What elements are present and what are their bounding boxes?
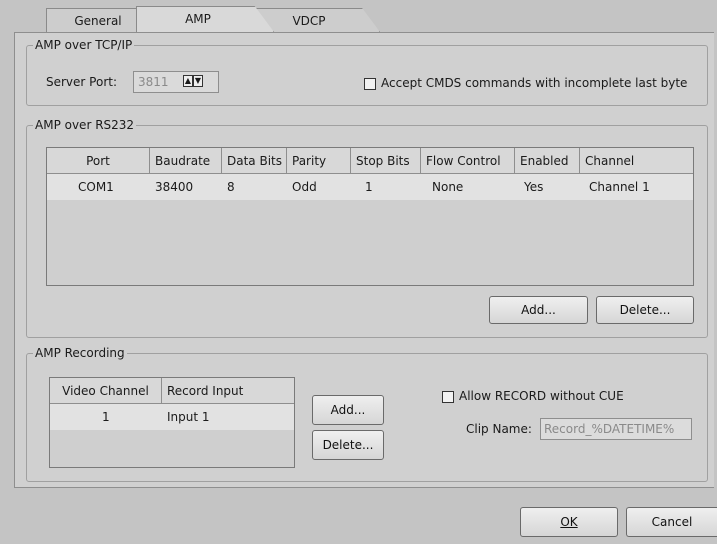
column-header[interactable]: Enabled [515, 148, 580, 174]
column-header[interactable]: Port [47, 148, 150, 174]
tab-vdcp-label: VDCP [292, 14, 326, 28]
allow-record-label: Allow RECORD without CUE [459, 389, 624, 403]
table-cell: Yes [524, 180, 544, 194]
table-cell: 38400 [155, 180, 194, 194]
clip-name-input[interactable]: Record_%DATETIME% [540, 418, 692, 440]
server-port-value: 3811 [138, 75, 169, 89]
group-amp-rs232-legend: AMP over RS232 [35, 118, 135, 132]
table-cell: 1 [365, 180, 373, 194]
table-row[interactable]: 1 Input 1 [50, 404, 294, 430]
group-amp-tcp: AMP over TCP/IP [26, 38, 708, 106]
column-header[interactable]: Parity [287, 148, 351, 174]
column-header[interactable]: Flow Control [421, 148, 515, 174]
recording-table[interactable]: Video Channel Record Input 1 Input 1 [49, 377, 295, 468]
column-header[interactable]: Data Bits [222, 148, 287, 174]
spin-up-icon[interactable]: ▲ [183, 75, 193, 87]
rs232-add-button[interactable]: Add... [489, 296, 588, 324]
table-row[interactable]: COM1 38400 8 Odd 1 None Yes Channel 1 [47, 174, 693, 200]
cancel-button[interactable]: Cancel [626, 507, 717, 537]
rs232-table[interactable]: Port Baudrate Data Bits Parity Stop Bits… [46, 147, 694, 286]
tab-general-label: General [74, 14, 122, 28]
server-port-input[interactable]: 3811 [133, 71, 219, 93]
tab-amp-label: AMP [185, 12, 211, 26]
column-header[interactable]: Channel [580, 148, 693, 174]
server-port-label: Server Port: [46, 75, 117, 89]
table-cell: None [432, 180, 464, 194]
table-cell: Input 1 [167, 410, 210, 424]
group-amp-recording-legend: AMP Recording [35, 346, 125, 360]
spin-down-icon[interactable]: ▼ [193, 75, 203, 87]
rs232-delete-button[interactable]: Delete... [596, 296, 694, 324]
recording-delete-button[interactable]: Delete... [312, 430, 384, 460]
table-cell: COM1 [78, 180, 114, 194]
table-cell: 1 [102, 410, 110, 424]
clip-name-value: Record_%DATETIME% [544, 422, 675, 436]
recording-add-button[interactable]: Add... [312, 395, 384, 425]
column-header[interactable]: Video Channel [50, 378, 162, 404]
column-header[interactable]: Stop Bits [351, 148, 421, 174]
group-amp-tcp-legend: AMP over TCP/IP [35, 38, 133, 52]
tab-amp[interactable]: AMP [136, 6, 274, 32]
clip-name-label: Clip Name: [466, 422, 532, 436]
table-cell: Odd [292, 180, 317, 194]
column-header[interactable]: Record Input [162, 378, 294, 404]
ok-label: OK [560, 515, 578, 529]
allow-record-checkbox[interactable] [442, 391, 454, 403]
column-header[interactable]: Baudrate [150, 148, 222, 174]
cancel-label: Cancel [651, 515, 693, 529]
accept-cmds-label: Accept CMDS commands with incomplete las… [381, 76, 688, 90]
table-cell: 8 [227, 180, 235, 194]
table-cell: Channel 1 [589, 180, 650, 194]
accept-cmds-checkbox[interactable] [364, 78, 376, 90]
ok-button[interactable]: OK [520, 507, 618, 537]
